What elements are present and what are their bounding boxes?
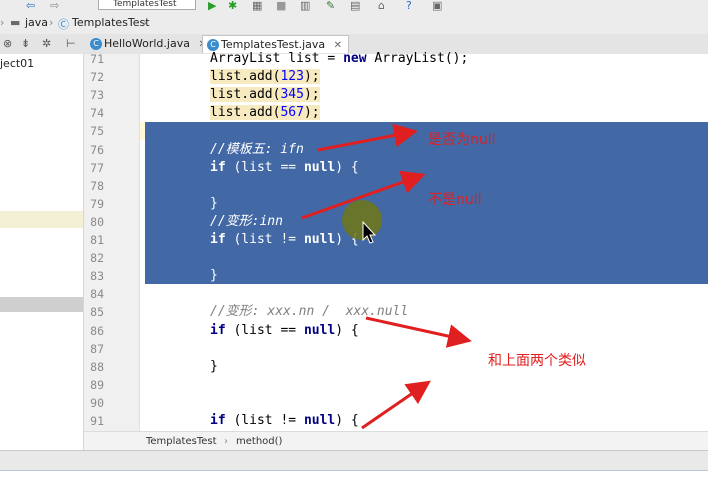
mouse-pointer-icon — [362, 220, 377, 244]
